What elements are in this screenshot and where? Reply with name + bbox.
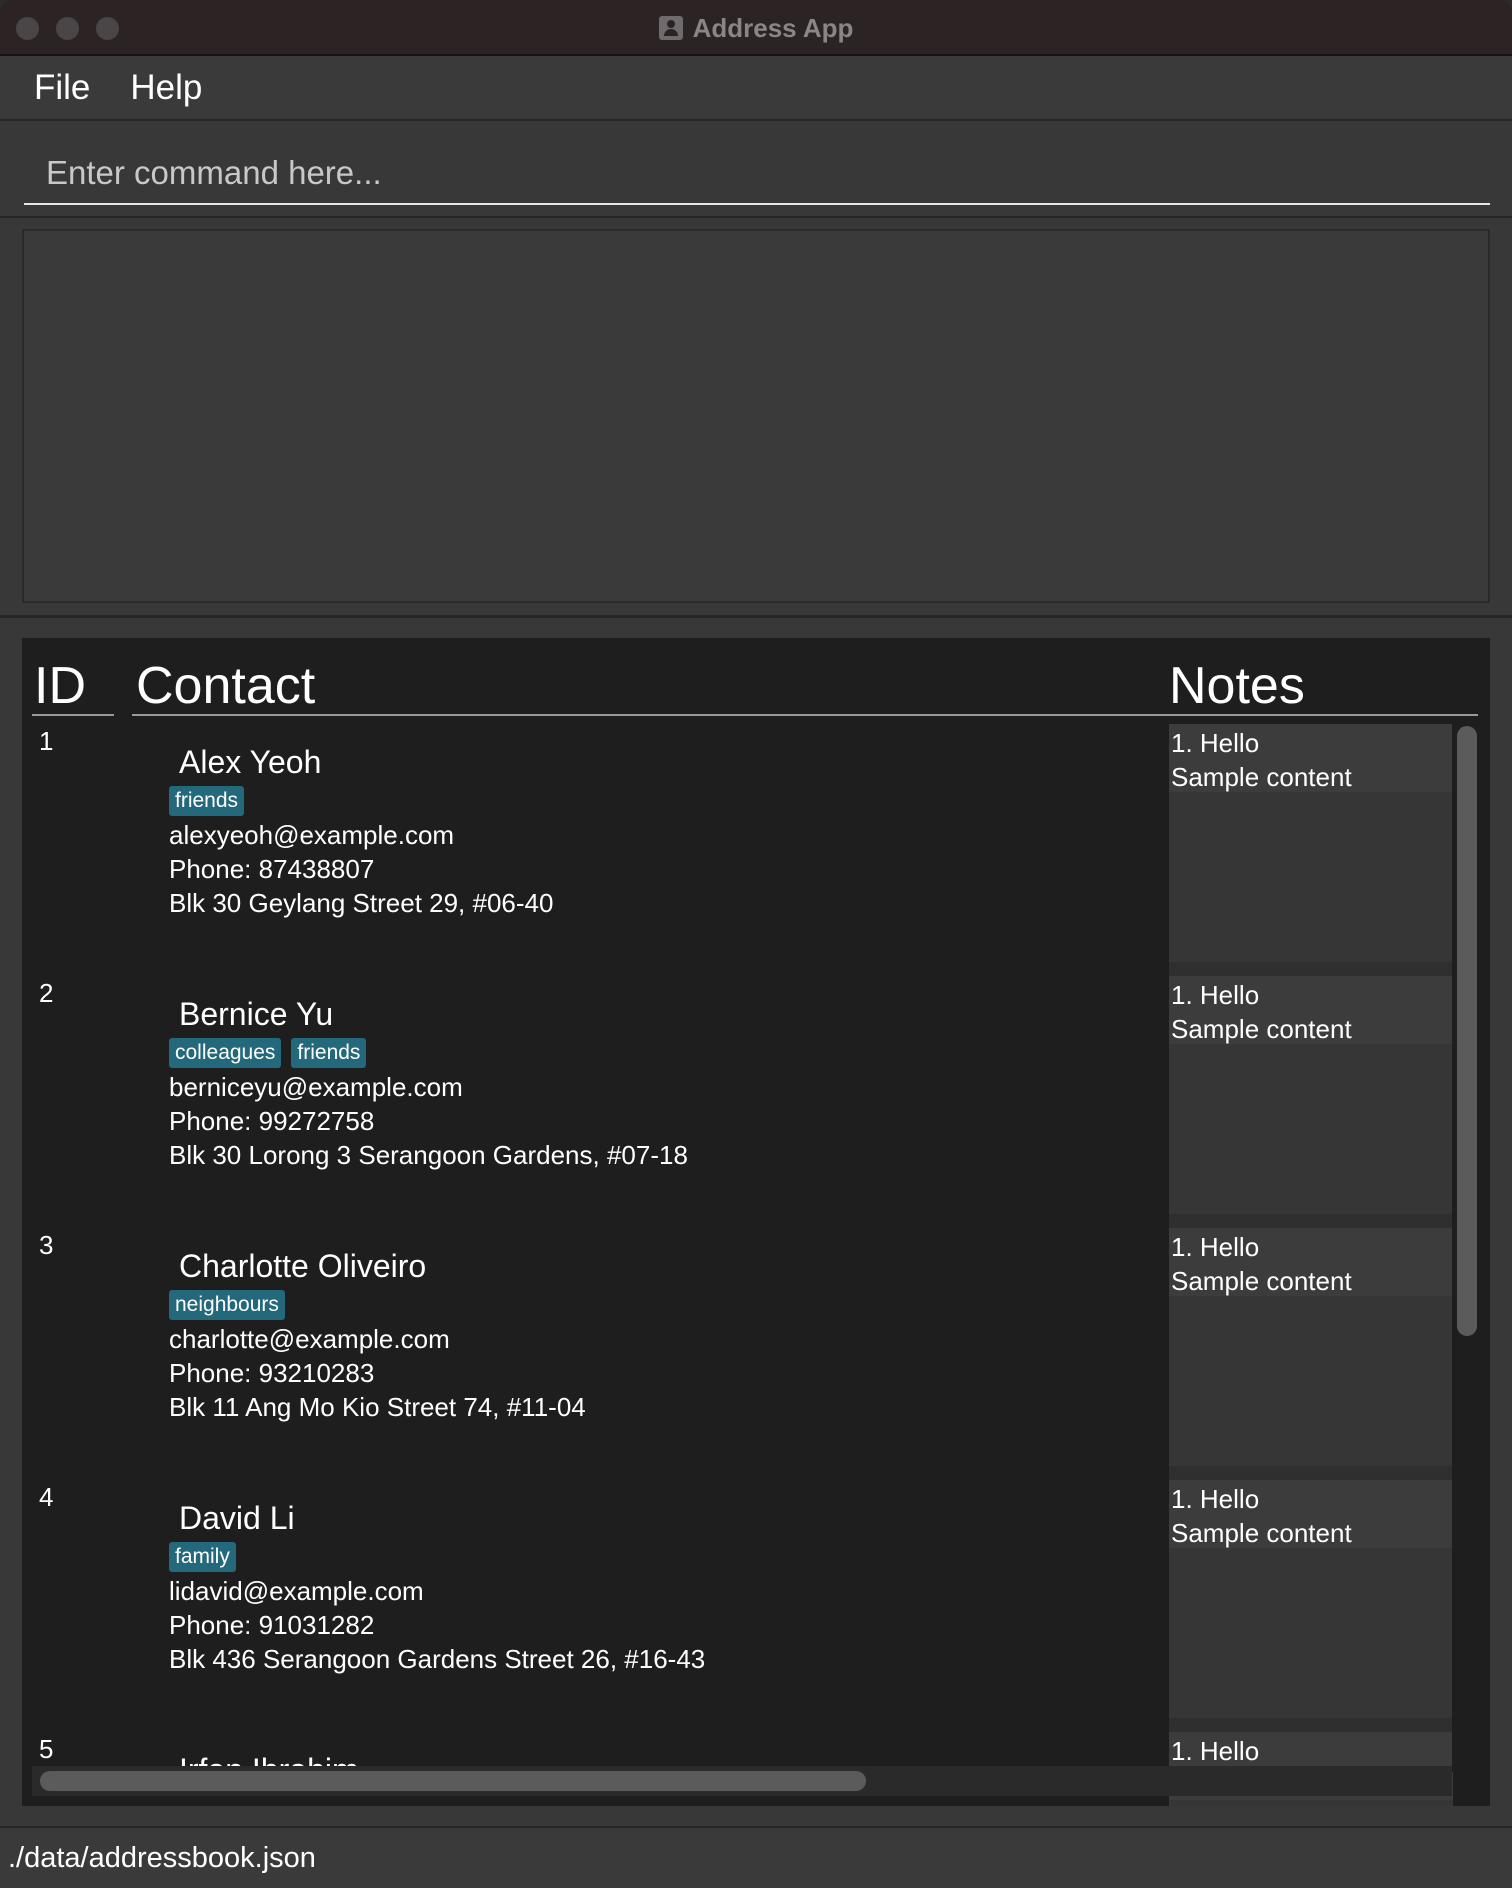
menu-file[interactable]: File <box>34 68 90 108</box>
contact-phone: Phone: 87438807 <box>169 854 375 884</box>
command-input[interactable] <box>24 143 1490 205</box>
row-id: 5 <box>39 1734 54 1764</box>
tag-list: neighbours <box>169 1290 586 1320</box>
horizontal-scrollbar-thumb[interactable] <box>40 1771 866 1791</box>
note-content: Sample content <box>1171 1014 1352 1044</box>
tag: neighbours <box>169 1290 285 1320</box>
notes-divider <box>1169 1214 1453 1228</box>
save-location-path: ./data/addressbook.json <box>8 1841 316 1874</box>
contact-address: Blk 11 Ang Mo Kio Street 74, #11-04 <box>169 1392 586 1422</box>
note-title: 1. Hello <box>1171 980 1260 1010</box>
header-contact: Contact <box>136 657 316 715</box>
contact-email: alexyeoh@example.com <box>169 820 455 850</box>
contact-email: berniceyu@example.com <box>169 1072 463 1102</box>
header-id-underline <box>32 714 114 716</box>
contact-name: Alex Yeoh <box>179 744 322 780</box>
person-list-container: ID Contact Notes 1 Alex Yeoh friends ale… <box>0 618 1512 1826</box>
row-id: 3 <box>39 1230 54 1260</box>
tag-list: family <box>169 1542 705 1572</box>
notes-card[interactable]: 1. Hello Sample content <box>1169 1480 1453 1718</box>
note-title: 1. Hello <box>1171 1232 1260 1262</box>
row-id: 1 <box>39 726 54 756</box>
contact-card[interactable]: Charlotte Oliveiro neighbours charlotte@… <box>169 1248 586 1422</box>
tag: friends <box>169 786 245 816</box>
contact-phone: Phone: 93210283 <box>169 1358 375 1388</box>
contact-name: Bernice Yu <box>179 996 334 1032</box>
contact-phone: Phone: 99272758 <box>169 1106 375 1136</box>
notes-card[interactable]: 1. Hello Sample content <box>1169 1228 1453 1466</box>
note-title: 1. Hello <box>1171 1736 1260 1766</box>
row-id: 4 <box>39 1482 54 1512</box>
result-display[interactable] <box>22 229 1490 603</box>
status-bar: ./data/addressbook.json <box>0 1826 1512 1888</box>
result-display-container <box>0 218 1512 618</box>
tag: friends <box>291 1038 367 1068</box>
contact-name: David Li <box>179 1500 295 1536</box>
note-title: 1. Hello <box>1171 1484 1260 1514</box>
header-notes: Notes <box>1169 657 1305 715</box>
notes-divider <box>1169 1466 1453 1480</box>
header-contact-underline <box>132 714 1164 716</box>
tag: family <box>169 1542 236 1572</box>
contact-phone: Phone: 91031282 <box>169 1610 375 1640</box>
address-book-icon <box>658 16 683 40</box>
window-title: Address App <box>0 0 1512 56</box>
notes-divider <box>1169 962 1453 976</box>
note-title: 1. Hello <box>1171 728 1260 758</box>
contact-name: Charlotte Oliveiro <box>179 1248 427 1284</box>
contact-card[interactable]: David Li family lidavid@example.com Phon… <box>169 1500 705 1674</box>
menu-bar: File Help <box>0 56 1512 121</box>
header-notes-underline <box>1164 714 1478 716</box>
note-content: Sample content <box>1171 762 1352 792</box>
title-bar: Address App <box>0 0 1512 56</box>
tag-list: colleagues friends <box>169 1038 688 1068</box>
row-id: 2 <box>39 978 54 1008</box>
contact-email: lidavid@example.com <box>169 1576 424 1606</box>
menu-help[interactable]: Help <box>130 68 202 108</box>
header-id: ID <box>34 657 86 715</box>
notes-divider <box>1169 1718 1453 1732</box>
contact-address: Blk 436 Serangoon Gardens Street 26, #16… <box>169 1644 706 1674</box>
vertical-scrollbar-thumb[interactable] <box>1457 726 1477 1336</box>
person-list-panel: ID Contact Notes 1 Alex Yeoh friends ale… <box>22 638 1490 1806</box>
contact-card[interactable]: Bernice Yu colleagues friends berniceyu@… <box>169 996 688 1170</box>
note-content: Sample content <box>1171 1518 1352 1548</box>
contact-address: Blk 30 Geylang Street 29, #06-40 <box>169 888 554 918</box>
contact-card[interactable]: Alex Yeoh friends alexyeoh@example.com P… <box>169 744 553 918</box>
notes-card[interactable]: 1. Hello Sample content <box>1169 976 1453 1214</box>
tag-list: friends <box>169 786 553 816</box>
tag: colleagues <box>169 1038 282 1068</box>
command-box-container <box>0 121 1512 218</box>
notes-card[interactable]: 1. Hello Sample content <box>1169 724 1453 962</box>
window-title-text: Address App <box>692 12 854 43</box>
contact-address: Blk 30 Lorong 3 Serangoon Gardens, #07-1… <box>169 1140 688 1170</box>
note-content: Sample content <box>1171 1266 1352 1296</box>
contact-email: charlotte@example.com <box>169 1324 450 1354</box>
